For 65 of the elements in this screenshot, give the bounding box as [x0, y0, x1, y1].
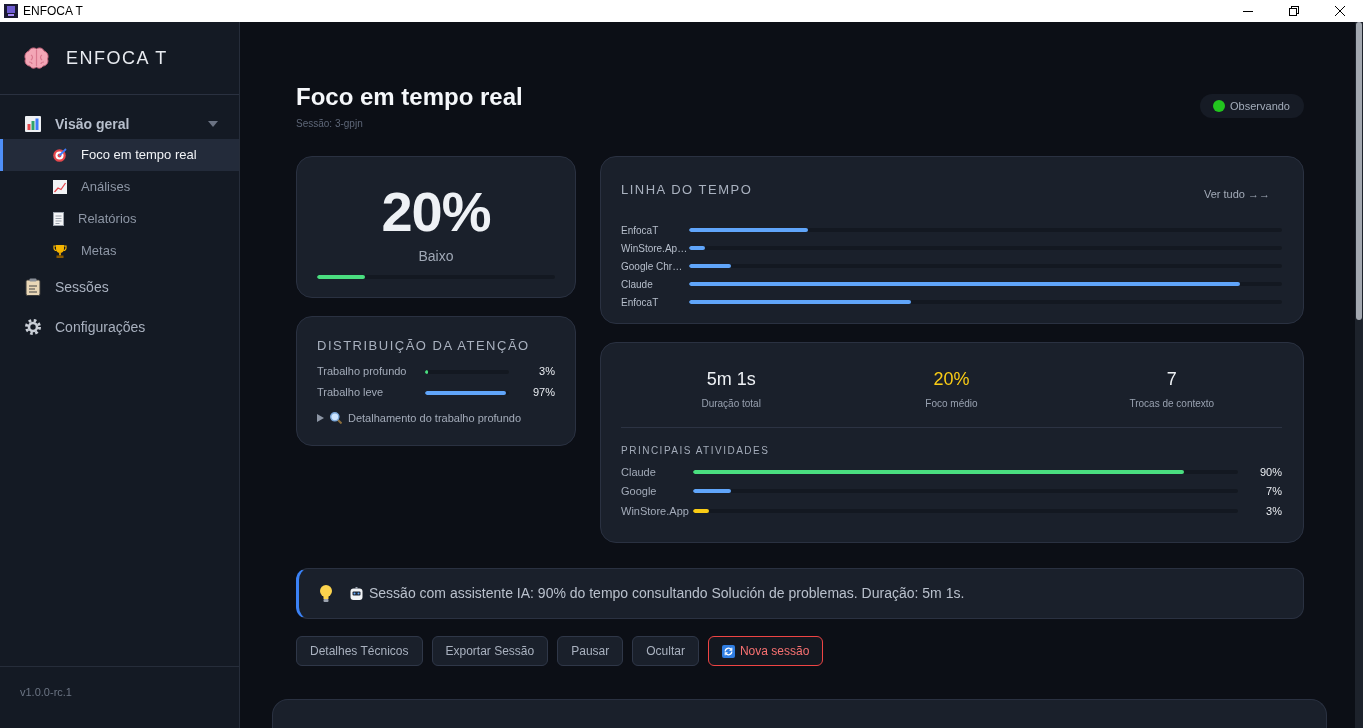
- new-session-button[interactable]: Nova sessão: [707, 636, 824, 666]
- sidebar-subitem[interactable]: Foco em tempo real: [0, 139, 239, 171]
- page-title: Foco em tempo real: [296, 82, 523, 112]
- stat-label: Foco médio: [924, 397, 979, 411]
- stat-value: 20%: [932, 368, 971, 391]
- row-label: Claude: [621, 277, 654, 292]
- version-text: v1.0.0-rc.1: [20, 686, 72, 698]
- app-icon: [4, 4, 18, 18]
- bar-chart-icon: [25, 116, 41, 132]
- action-button[interactable]: Ocultar: [632, 636, 699, 666]
- action-button[interactable]: Detalhes Técnicos: [296, 636, 423, 666]
- row-label: Google Chr…: [621, 259, 684, 274]
- row-label: WinStore.App: [621, 503, 690, 519]
- sidebar-subitem[interactable]: Metas: [0, 235, 239, 267]
- row-label: Google: [621, 484, 658, 499]
- light-bulb-icon: [320, 585, 332, 602]
- magnifier-icon: [330, 412, 342, 424]
- row-label: Trabalho leve: [317, 385, 385, 401]
- card-title: LINHA DO TEMPO: [621, 181, 753, 199]
- focus-score: 20%: [380, 181, 492, 243]
- focus-level-label: Baixo: [417, 247, 455, 265]
- minimize-icon: [1243, 10, 1253, 12]
- app-name: ENFOCA T: [66, 46, 168, 70]
- stat-label: Duração total: [700, 397, 762, 411]
- row-label: EnfocaT: [621, 223, 660, 238]
- sidebar-item[interactable]: Configurações: [0, 307, 239, 347]
- percent-value: 3%: [1265, 503, 1282, 519]
- session-id: Sessão: 3-gpjn: [296, 117, 364, 131]
- clipboard-icon: [25, 278, 41, 296]
- stat-value: 5m 1s: [705, 368, 757, 391]
- scrollbar-thumb[interactable]: [1356, 22, 1362, 320]
- section-title: PRINCIPAIS ATIVIDADES: [621, 444, 771, 458]
- sidebar-item[interactable]: Sessões: [0, 267, 239, 307]
- brain-icon: [24, 47, 49, 69]
- scrollbar[interactable]: [1355, 22, 1363, 728]
- window-title: ENFOCA T: [23, 3, 83, 20]
- sidebar-subitem[interactable]: Análises: [0, 171, 239, 203]
- sidebar-subitem[interactable]: Relatórios: [0, 203, 239, 235]
- robot-icon: [350, 587, 363, 600]
- close-icon: [1335, 6, 1345, 16]
- view-all-link[interactable]: Ver tudo →→: [1203, 186, 1270, 202]
- stat-value: 7: [1165, 368, 1178, 391]
- action-button[interactable]: Exportar Sessão: [431, 636, 549, 666]
- percent-value: 3%: [538, 364, 555, 380]
- details-toggle[interactable]: Detalhamento do trabalho profundo: [317, 409, 522, 427]
- sidebar-group-header[interactable]: Visão geral: [0, 109, 239, 139]
- document-icon: [53, 212, 64, 226]
- refresh-icon: [721, 644, 735, 658]
- trophy-icon: [53, 244, 67, 258]
- percent-value: 7%: [1265, 484, 1282, 499]
- target-icon: [53, 148, 67, 162]
- row-label: Claude: [621, 464, 657, 480]
- percent-value: 97%: [531, 385, 555, 401]
- row-label: EnfocaT: [621, 295, 660, 310]
- status-label: Observando: [1230, 98, 1290, 114]
- insight-text: Sessão com assistente IA: 90% do tempo consultando Solución de problemas. Duração: 5m 1s.: [369, 584, 965, 603]
- settings-icon: [25, 319, 41, 335]
- row-label: WinStore.Ap…: [621, 241, 689, 256]
- percent-value: 90%: [1258, 464, 1282, 480]
- stat-label: Trocas de contexto: [1128, 397, 1216, 411]
- card-title: DISTRIBUIÇÃO DA ATENÇÃO: [317, 337, 531, 355]
- line-chart-icon: [53, 180, 67, 194]
- row-label: Trabalho profundo: [317, 364, 408, 380]
- action-button[interactable]: Pausar: [557, 636, 624, 666]
- restore-icon: [1289, 6, 1299, 16]
